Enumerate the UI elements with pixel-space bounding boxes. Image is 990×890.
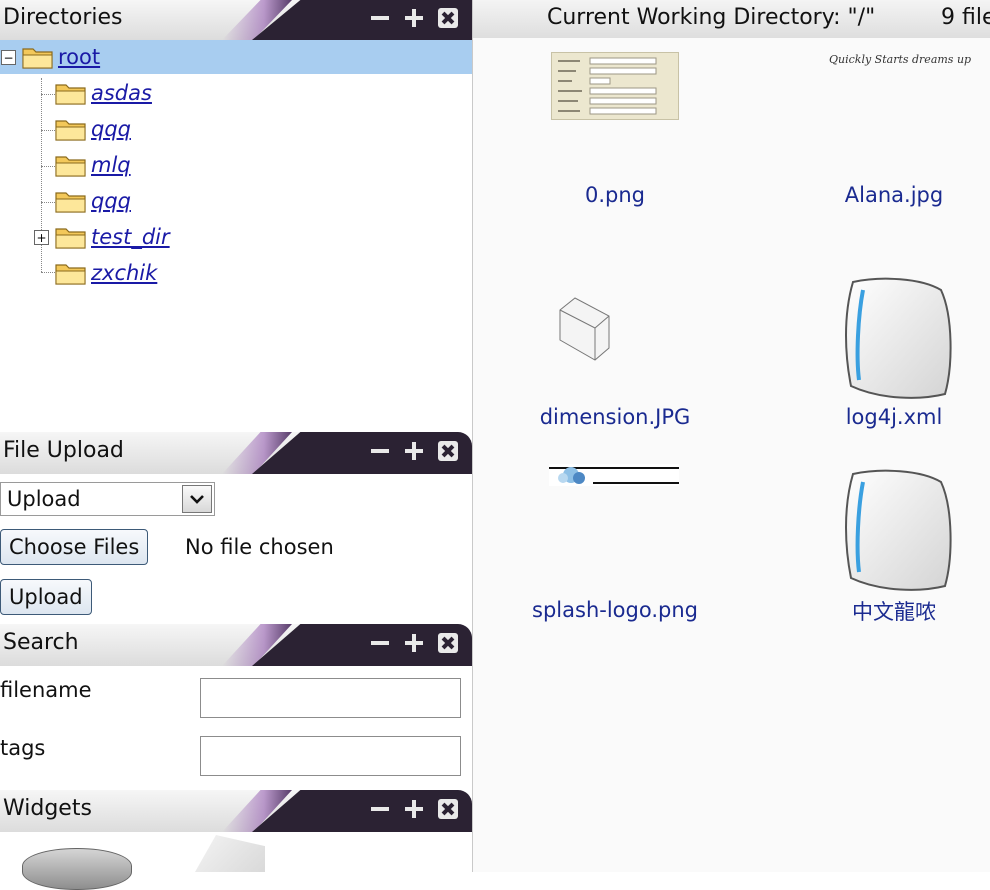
tree-item-qqq[interactable]: qqq (55, 112, 131, 146)
tree-connector (41, 272, 55, 273)
tree-connector (41, 166, 55, 167)
tree-item-label[interactable]: qqq (91, 189, 131, 213)
widget-disk-icon[interactable] (22, 848, 132, 890)
folder-icon (55, 261, 87, 285)
file-thumbnail-splash-logo[interactable] (549, 464, 679, 486)
left-sidebar: Directories − root asdas qqq mlq qqq tes… (0, 0, 473, 890)
widgets-panel-title: Widgets (3, 796, 92, 821)
tree-item-label[interactable]: mlq (91, 153, 131, 177)
chevron-down-icon[interactable] (182, 485, 212, 513)
tree-connector (41, 202, 55, 203)
file-name[interactable]: splash-logo.png (532, 598, 698, 622)
minimize-icon[interactable] (370, 633, 390, 653)
file-grid: 0.png Quickly Starts dreams up Alana.jpg… (473, 38, 990, 872)
file-name[interactable]: 0.png (585, 183, 645, 207)
tree-item-label[interactable]: qqq (91, 117, 131, 141)
widgets-panel-header: Widgets (0, 790, 472, 832)
current-directory-label: Current Working Directory: "/" (547, 5, 876, 30)
upload-button[interactable]: Upload (0, 579, 92, 615)
no-file-chosen-text: No file chosen (185, 535, 334, 559)
tree-item-label[interactable]: test_dir (91, 225, 170, 249)
filename-input[interactable] (200, 678, 461, 718)
file-count-label: 9 file (941, 5, 990, 30)
alana-thumbnail-text: Quickly Starts dreams up (829, 53, 972, 66)
tags-label: tags (0, 736, 46, 760)
tree-connector (41, 94, 55, 95)
tree-item-zxchik[interactable]: zxchik (55, 256, 157, 290)
file-browser-header: Current Working Directory: "/" 9 file (473, 0, 990, 39)
close-icon[interactable] (438, 633, 458, 653)
box-icon[interactable] (557, 296, 613, 362)
document-icon[interactable] (841, 468, 953, 594)
maximize-icon[interactable] (404, 799, 424, 819)
tree-item-mlq[interactable]: mlq (55, 148, 131, 182)
directories-panel-title: Directories (3, 5, 123, 30)
close-icon[interactable] (438, 441, 458, 461)
maximize-icon[interactable] (404, 441, 424, 461)
maximize-icon[interactable] (404, 633, 424, 653)
close-icon[interactable] (438, 799, 458, 819)
maximize-icon[interactable] (404, 8, 424, 28)
tree-item-qqq-2[interactable]: qqq (55, 184, 131, 218)
upload-mode-select[interactable]: Upload (0, 482, 215, 516)
minus-box-icon[interactable]: − (1, 50, 16, 65)
tree-item-label[interactable]: root (58, 45, 100, 69)
document-icon[interactable] (841, 276, 953, 402)
folder-icon (22, 45, 54, 69)
file-name[interactable]: dimension.JPG (540, 405, 691, 429)
file-thumbnail-0-png[interactable] (551, 52, 679, 120)
minimize-icon[interactable] (370, 8, 390, 28)
tree-item-asdas[interactable]: asdas (55, 76, 152, 110)
plus-box-icon[interactable]: + (34, 230, 49, 245)
widget-box-icon[interactable] (195, 835, 265, 872)
search-panel-title: Search (3, 630, 79, 655)
search-panel-header: Search (0, 624, 472, 666)
upload-mode-value: Upload (7, 487, 81, 511)
file-name[interactable]: 中文龍哝 (852, 596, 936, 626)
folder-icon (55, 117, 87, 141)
tree-item-test-dir[interactable]: test_dir (55, 220, 170, 254)
upload-panel-header: File Upload (0, 432, 472, 474)
folder-icon (55, 153, 87, 177)
filename-label: filename (0, 678, 92, 702)
choose-files-button[interactable]: Choose Files (0, 529, 149, 565)
file-name[interactable]: log4j.xml (846, 405, 943, 429)
tree-connector (41, 130, 55, 131)
close-icon[interactable] (438, 8, 458, 28)
directories-panel-header: Directories (0, 0, 472, 40)
minimize-icon[interactable] (370, 799, 390, 819)
minimize-icon[interactable] (370, 441, 390, 461)
folder-icon (55, 81, 87, 105)
tree-item-label[interactable]: asdas (91, 81, 152, 105)
folder-icon (55, 189, 87, 213)
upload-panel-title: File Upload (3, 438, 124, 463)
folder-icon (55, 225, 87, 249)
tree-item-label[interactable]: zxchik (91, 261, 157, 285)
file-name[interactable]: Alana.jpg (845, 183, 943, 207)
file-thumbnail-alana[interactable]: Quickly Starts dreams up (829, 48, 971, 78)
tree-item-root[interactable]: − root (0, 40, 472, 74)
tags-input[interactable] (200, 736, 461, 776)
